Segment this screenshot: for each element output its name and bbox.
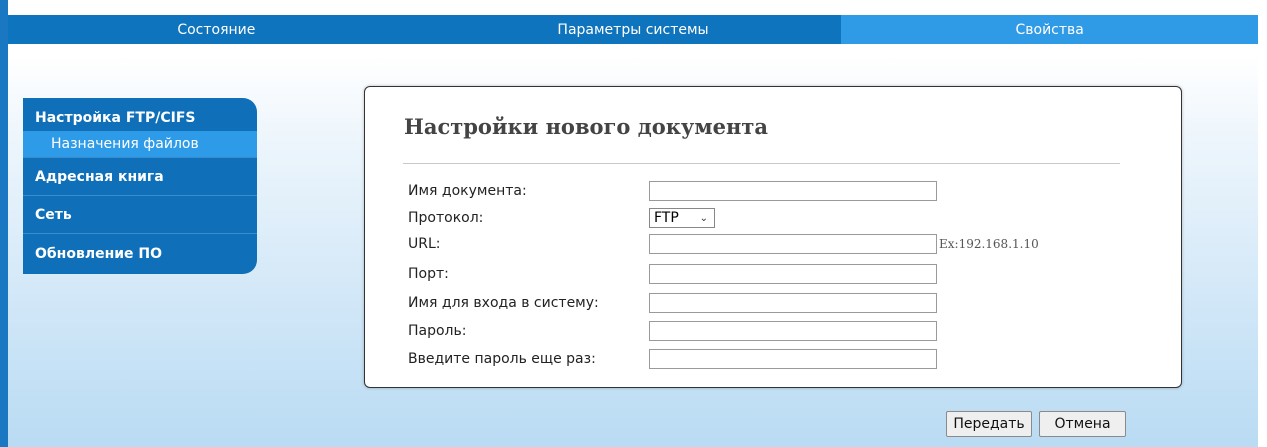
title-divider xyxy=(403,163,1120,164)
tab-status[interactable]: Состояние xyxy=(8,15,425,44)
sidebar-subitem-file-destinations[interactable]: Назначения файлов xyxy=(23,131,257,158)
row-doc-name: Имя документа: xyxy=(408,180,937,202)
tab-system-parameters[interactable]: Параметры системы xyxy=(425,15,842,44)
row-protocol: Протокол: FTP ⌄ xyxy=(408,207,715,229)
protocol-select[interactable]: FTP ⌄ xyxy=(649,208,715,228)
doc-name-input[interactable] xyxy=(649,181,937,201)
submit-button[interactable]: Передать xyxy=(946,411,1032,437)
url-hint: Ex:192.168.1.10 xyxy=(939,237,1039,251)
port-label: Порт: xyxy=(408,266,449,282)
sidebar-item-firmware-update[interactable]: Обновление ПО xyxy=(23,234,257,274)
sidebar-item-ftp-cifs[interactable]: Настройка FTP/CIFS xyxy=(23,98,257,131)
left-accent-strip xyxy=(0,0,8,447)
top-navigation: Состояние Параметры системы Свойства xyxy=(8,15,1259,44)
password-input[interactable] xyxy=(649,321,937,341)
sidebar-item-network[interactable]: Сеть xyxy=(23,196,257,234)
page-title: Настройки нового документа xyxy=(404,114,768,139)
row-password-confirm: Введите пароль еще раз: xyxy=(408,348,937,370)
row-password: Пароль: xyxy=(408,320,937,342)
sidebar: Настройка FTP/CIFS Назначения файлов Адр… xyxy=(23,98,257,274)
protocol-label: Протокол: xyxy=(408,210,484,226)
password-label: Пароль: xyxy=(408,323,467,339)
new-document-settings-panel: Настройки нового документа Имя документа… xyxy=(364,86,1182,388)
url-label: URL: xyxy=(408,236,441,252)
cancel-button[interactable]: Отмена xyxy=(1039,411,1126,437)
login-input[interactable] xyxy=(649,293,937,313)
password-confirm-label: Введите пароль еще раз: xyxy=(408,351,596,367)
protocol-selected-value: FTP xyxy=(654,210,679,226)
login-label: Имя для входа в систему: xyxy=(408,295,599,311)
port-input[interactable] xyxy=(649,264,937,284)
sidebar-item-address-book[interactable]: Адресная книга xyxy=(23,158,257,196)
tab-properties[interactable]: Свойства xyxy=(841,15,1259,44)
chevron-down-icon: ⌄ xyxy=(699,212,708,224)
doc-name-label: Имя документа: xyxy=(408,183,527,199)
password-confirm-input[interactable] xyxy=(649,349,937,369)
url-input[interactable] xyxy=(649,234,937,254)
row-port: Порт: xyxy=(408,263,937,285)
row-login: Имя для входа в систему: xyxy=(408,292,937,314)
row-url: URL: Ex:192.168.1.10 xyxy=(408,233,1039,255)
